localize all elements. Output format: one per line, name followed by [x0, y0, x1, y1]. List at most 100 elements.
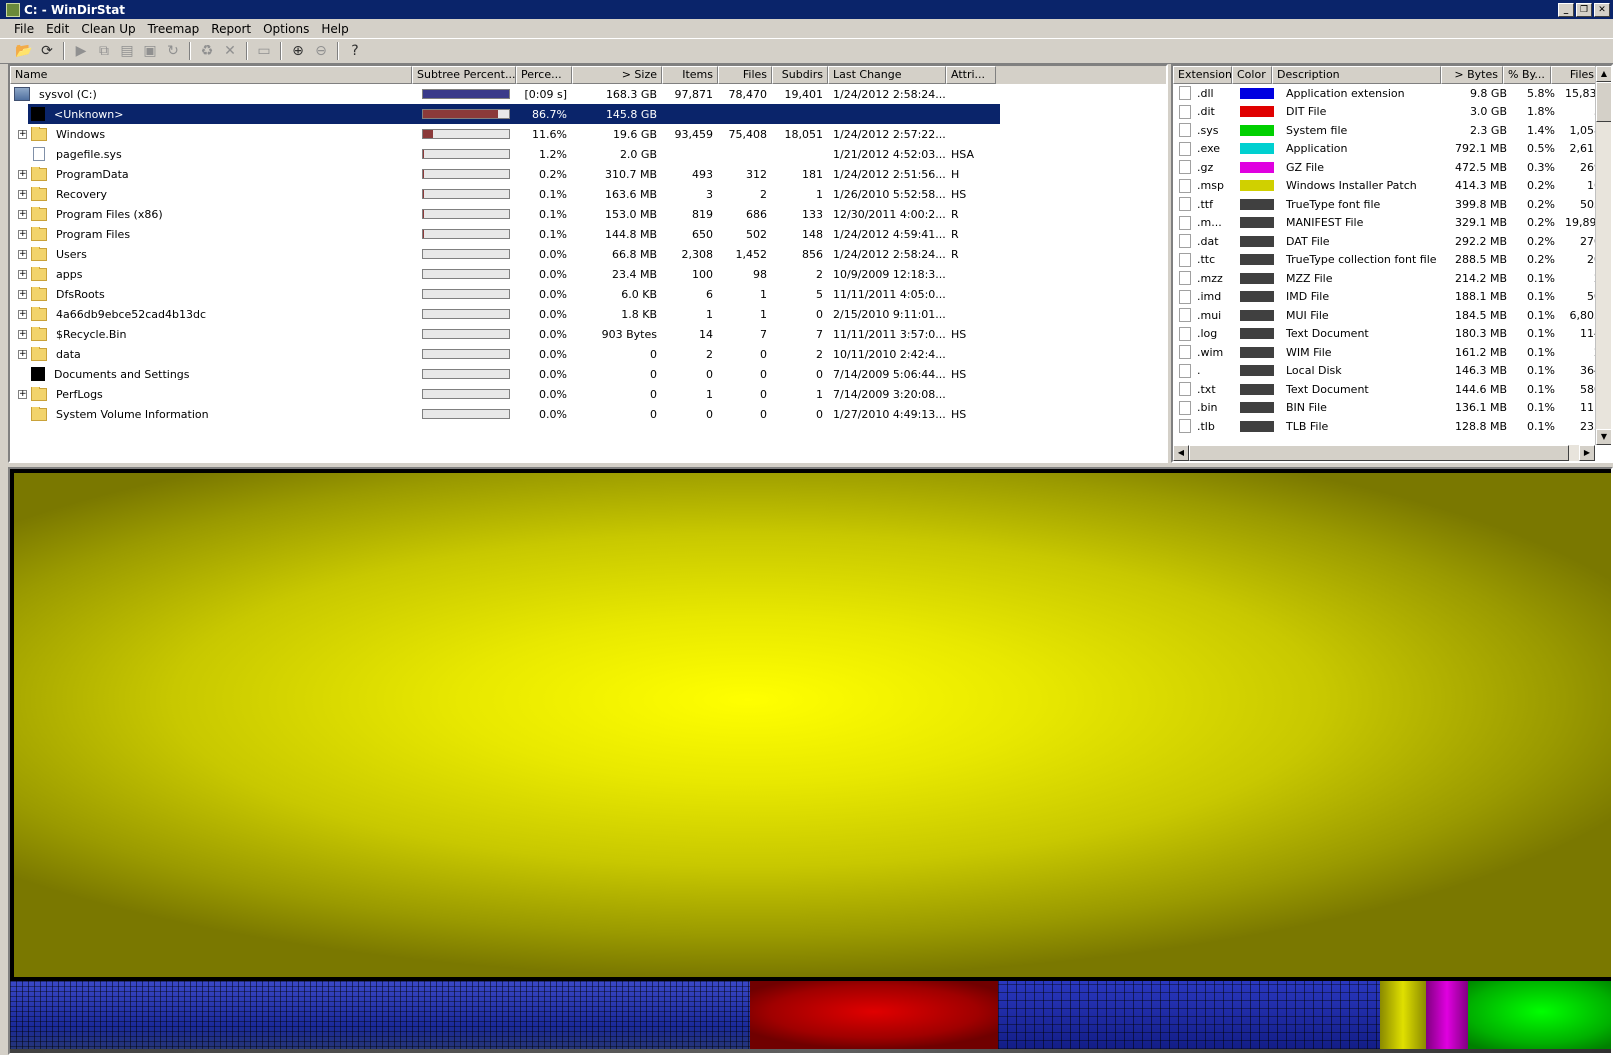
extension-row[interactable]: .tlb TLB File 128.8 MB 0.1% 235 — [1173, 417, 1611, 436]
help-icon[interactable]: ? — [345, 41, 365, 61]
treemap-tile-pagefile[interactable] — [1468, 981, 1611, 1053]
directory-row[interactable]: pagefile.sys 1.2% 2.0 GB 1/21/2012 4:52:03.… — [10, 144, 1166, 164]
expand-icon[interactable]: + — [18, 229, 27, 239]
extension-row[interactable]: . Local Disk 146.3 MB 0.1% 364 — [1173, 362, 1611, 381]
item-name[interactable]: 4a66db9ebce52cad4b13dc — [53, 307, 209, 322]
expand-icon[interactable]: + — [18, 189, 27, 199]
extension-row[interactable]: .ditDIT File3.0 GB1.8%3 — [1173, 103, 1611, 122]
extension-row[interactable]: .wimWIM File161.2 MB0.1%2 — [1173, 343, 1611, 362]
extension-row[interactable]: .ttc TrueType collection font file 288.5 M… — [1173, 251, 1611, 270]
treemap-tile-dll-cluster[interactable] — [998, 981, 1380, 1053]
column-header-name[interactable]: Name — [10, 66, 412, 84]
expand-icon[interactable]: + — [18, 329, 27, 339]
item-name[interactable]: <Unknown> — [51, 106, 127, 122]
directory-row[interactable]: + Users 0.0% 66.8 MB 2,308 1,452 856 1/24/2012 … — [10, 244, 1166, 264]
directory-row[interactable]: + apps 0.0% 23.4 MB 100 98 2 10/9/2009 12:18:3.… — [10, 264, 1166, 284]
extension-row[interactable]: .ttf TrueType font file 399.8 MB 0.2% 505 — [1173, 195, 1611, 214]
directory-row[interactable]: Documents and Settings 0.0% 0 0 0 0 7/14/2009 … — [10, 364, 1166, 384]
column-header-files[interactable]: Files — [1551, 66, 1599, 84]
expand-icon[interactable]: + — [18, 349, 27, 359]
directory-row[interactable]: System Volume Information 0.0% 0 0 0 0 1/27/20… — [10, 404, 1166, 424]
column-header-color[interactable]: Color — [1232, 66, 1272, 84]
treemap-tile-msp[interactable] — [1380, 981, 1426, 1053]
expand-icon[interactable]: + — [18, 389, 27, 399]
item-name[interactable]: Recovery — [53, 187, 110, 202]
item-name[interactable]: $Recycle.Bin — [53, 327, 129, 342]
item-name[interactable]: DfsRoots — [53, 287, 108, 302]
column-header-attributes[interactable]: Attri... — [946, 66, 996, 84]
extension-row[interactable]: .msp Windows Installer Patch 414.3 MB 0.2% 1… — [1173, 177, 1611, 196]
extension-row[interactable]: .txt Text Document 144.6 MB 0.1% 580 — [1173, 380, 1611, 399]
delete-icon[interactable]: ✕ — [220, 41, 240, 61]
minimize-button[interactable]: _ — [1558, 2, 1574, 17]
expand-icon[interactable]: + — [18, 309, 27, 319]
item-name[interactable]: apps — [53, 267, 85, 282]
column-header-last-change[interactable]: Last Change — [828, 66, 946, 84]
open-icon[interactable]: 📂 — [14, 41, 34, 61]
directory-row[interactable]: + $Recycle.Bin 0.0% 903 Bytes 14 7 7 11/11/2011… — [10, 324, 1166, 344]
extension-row[interactable]: .log Text Document 180.3 MB 0.1% 114 — [1173, 325, 1611, 344]
restore-button[interactable]: ❐ — [1576, 2, 1592, 17]
extension-row[interactable]: .m... MANIFEST File 329.1 MB 0.2% 19,894 — [1173, 214, 1611, 233]
copy-path-icon[interactable]: ⧉ — [94, 41, 114, 61]
directory-row[interactable]: <Unknown> 86.7% 145.8 GB — [10, 104, 1166, 124]
directory-row[interactable]: + Program Files 0.1% 144.8 MB 650 502 148 1/24/… — [10, 224, 1166, 244]
menu-treemap[interactable]: Treemap — [142, 22, 206, 36]
zoom-in-icon[interactable]: ⊕ — [288, 41, 308, 61]
column-header-description[interactable]: Description — [1272, 66, 1441, 84]
column-header-percent[interactable]: Perce... — [516, 66, 572, 84]
extension-row[interactable]: .gz GZ File 472.5 MB 0.3% 269 — [1173, 158, 1611, 177]
expand-icon[interactable]: + — [18, 209, 27, 219]
directory-row[interactable]: + DfsRoots 0.0% 6.0 KB 6 1 5 11/11/2011 4:05:0.… — [10, 284, 1166, 304]
treemap-tile-windows[interactable] — [10, 981, 750, 1053]
menu-edit[interactable]: Edit — [40, 22, 75, 36]
explorer-icon[interactable]: ▤ — [117, 41, 137, 61]
treemap-tile-misc[interactable] — [10, 1049, 1611, 1053]
extension-row[interactable]: .mzzMZZ File214.2 MB0.1%2 — [1173, 269, 1611, 288]
zoom-out-icon[interactable]: ⊖ — [311, 41, 331, 61]
item-name[interactable]: Documents and Settings — [51, 367, 193, 382]
extension-row[interactable]: .bin BIN File 136.1 MB 0.1% 111 — [1173, 399, 1611, 418]
menu-report[interactable]: Report — [205, 22, 257, 36]
recycle-icon[interactable]: ♻ — [197, 41, 217, 61]
extension-row[interactable]: .imd IMD File 188.1 MB 0.1% 50 — [1173, 288, 1611, 307]
directory-row[interactable]: + ProgramData 0.2% 310.7 MB 493 312 181 1/24/20… — [10, 164, 1166, 184]
extension-row[interactable]: .dat DAT File 292.2 MB 0.2% 270 — [1173, 232, 1611, 251]
directory-row[interactable]: + Windows 11.6% 19.6 GB 93,459 75,408 18,051 1/… — [10, 124, 1166, 144]
item-name[interactable]: System Volume Information — [53, 407, 212, 422]
treemap-tile-unknown[interactable] — [14, 473, 1611, 977]
extension-list[interactable]: Extension Color Description > Bytes % By… — [1171, 64, 1613, 463]
column-header-extension[interactable]: Extension — [1173, 66, 1232, 84]
item-name[interactable]: Program Files — [53, 227, 133, 242]
item-name[interactable]: data — [53, 347, 84, 362]
column-header-files[interactable]: Files — [718, 66, 772, 84]
expand-icon[interactable]: + — [18, 129, 27, 139]
directory-row[interactable]: + Recovery 0.1% 163.6 MB 3 2 1 1/26/2010 5:52:5… — [10, 184, 1166, 204]
scroll-thumb[interactable] — [1189, 445, 1569, 461]
treemap[interactable] — [8, 467, 1613, 1055]
treemap-tile-gz[interactable] — [1426, 981, 1468, 1053]
extension-row[interactable]: .exe Application 792.1 MB 0.5% 2,615 — [1173, 140, 1611, 159]
item-name[interactable]: sysvol (C:) — [36, 87, 100, 102]
properties-icon[interactable]: ▭ — [254, 41, 274, 61]
column-header-subdirs[interactable]: Subdirs — [772, 66, 828, 84]
expand-icon[interactable]: + — [18, 249, 27, 259]
column-header-percent-bytes[interactable]: % By... — [1503, 66, 1551, 84]
column-header-subtree-percent[interactable]: Subtree Percent... — [412, 66, 516, 84]
directory-row[interactable]: + data 0.0% 0 2 0 2 10/11/2010 2:42:4... — [10, 344, 1166, 364]
directory-row[interactable]: +4a66db9ebce52cad4b13dc 0.0% 1.8 KB 1 1 0 2/15… — [10, 304, 1166, 324]
extension-vertical-scrollbar[interactable]: ▲ ▼ — [1595, 66, 1611, 445]
extension-row[interactable]: .dll Application extension 9.8 GB 5.8% 15,83… — [1173, 84, 1611, 103]
extension-horizontal-scrollbar[interactable]: ◀ ▶ — [1173, 445, 1595, 461]
item-name[interactable]: Windows — [53, 127, 108, 142]
column-header-bytes[interactable]: > Bytes — [1441, 66, 1503, 84]
scroll-left-icon[interactable]: ◀ — [1173, 445, 1189, 461]
extension-row[interactable]: .mui MUI File 184.5 MB 0.1% 6,803 — [1173, 306, 1611, 325]
item-name[interactable]: Program Files (x86) — [53, 207, 166, 222]
scroll-down-icon[interactable]: ▼ — [1596, 429, 1611, 445]
refresh-all-icon[interactable]: ⟳ — [37, 41, 57, 61]
treemap-tile-dit[interactable] — [750, 981, 998, 1049]
directory-row[interactable]: + Program Files (x86) 0.1% 153.0 MB 819 686 13… — [10, 204, 1166, 224]
column-header-size[interactable]: > Size — [572, 66, 662, 84]
scroll-up-icon[interactable]: ▲ — [1596, 66, 1611, 82]
